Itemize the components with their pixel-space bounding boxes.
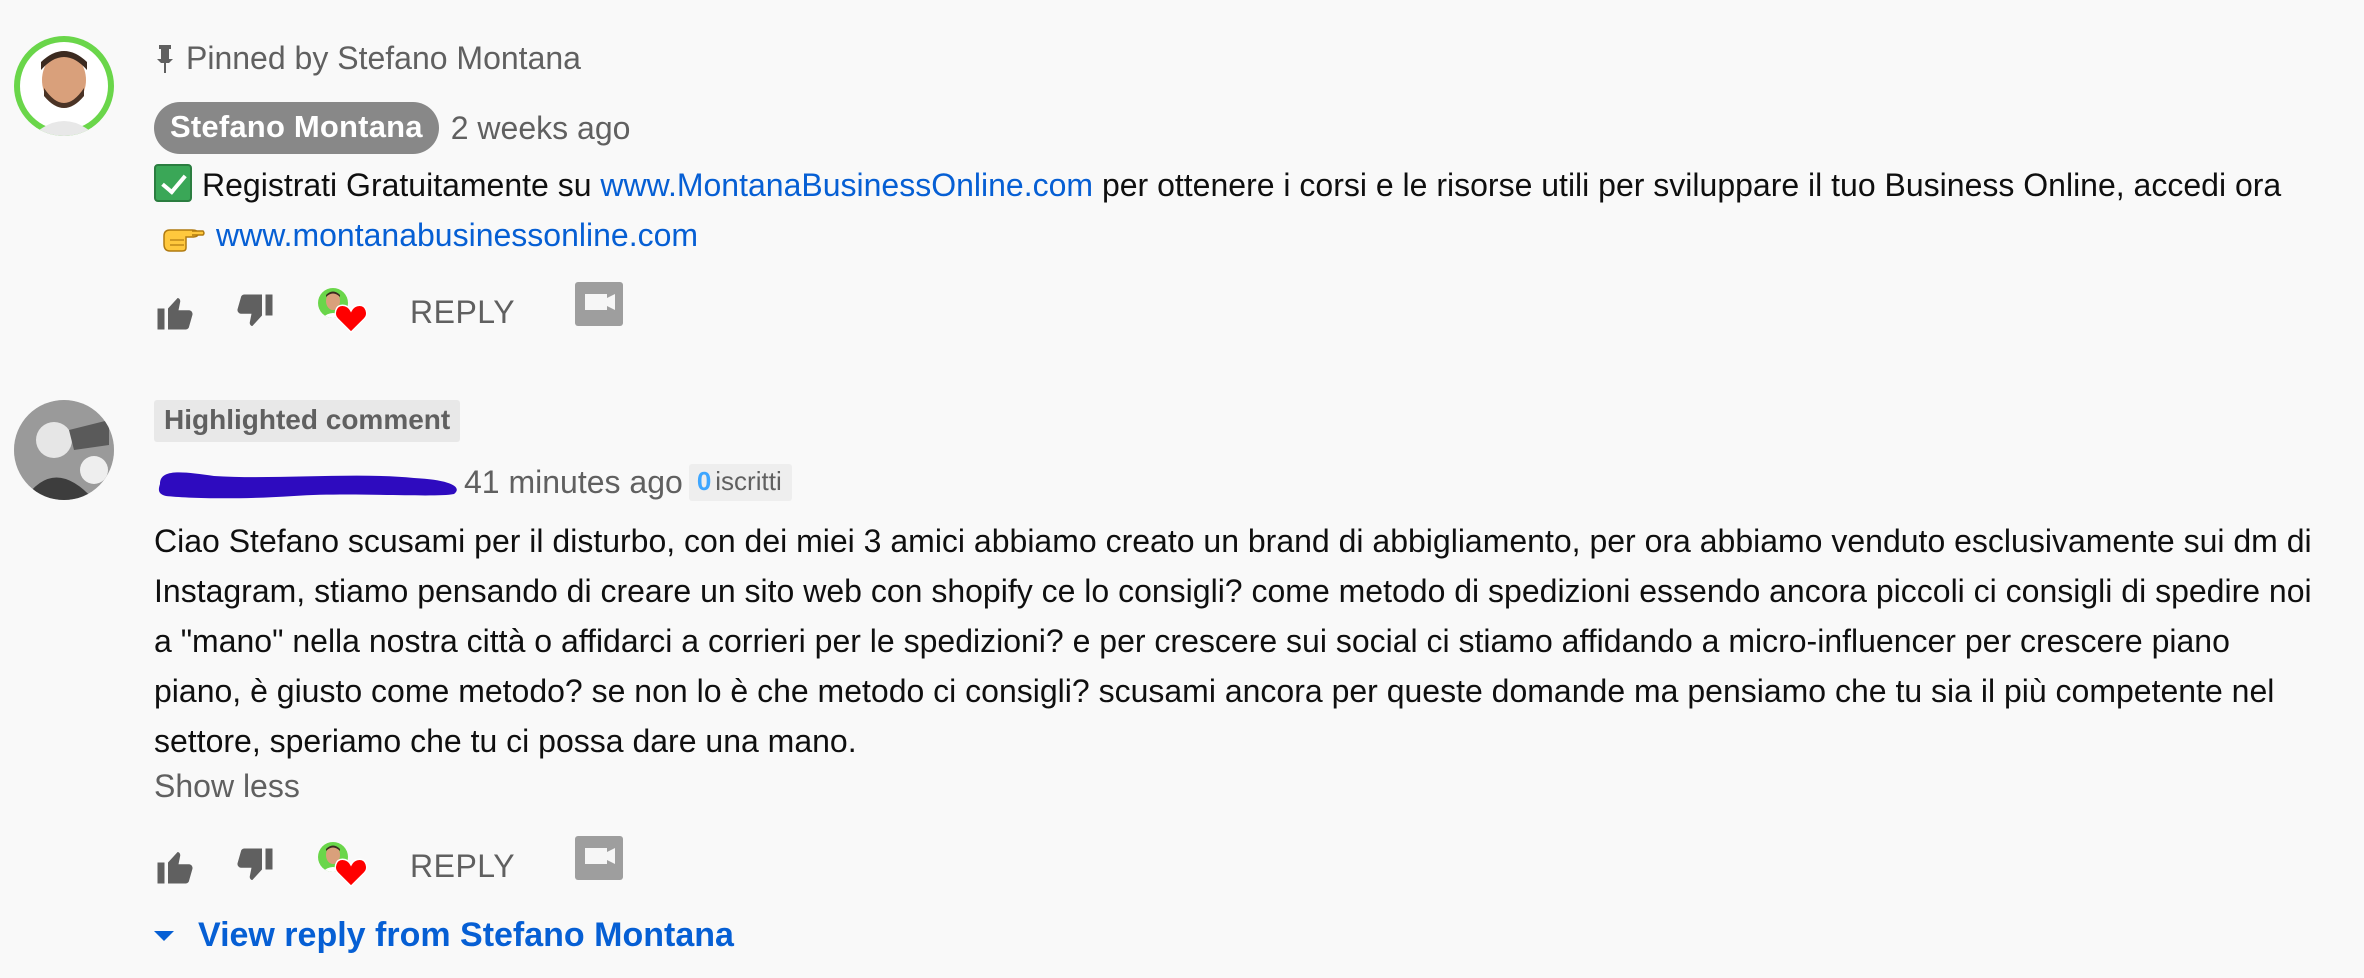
creator-heart [314,840,370,892]
subscribers-label: iscritti [715,465,782,496]
like-icon[interactable] [154,291,196,333]
comment-highlighted: Highlighted comment 41 minutes ago 0 iscr… [0,390,2364,978]
pinned-label: Pinned by Stefano Montana [154,40,581,77]
comment-text: Ciao Stefano scusami per il disturbo, co… [154,523,2312,759]
like-icon[interactable] [154,845,196,887]
dislike-icon[interactable] [234,291,276,333]
view-reply-button[interactable]: View reply from Stefano Montana [152,916,734,955]
pin-icon [157,44,173,73]
pointing-hand-icon [163,229,205,252]
author-row: Stefano Montana 2 weeks ago [154,102,630,154]
author-name[interactable]: Stefano Montana [154,102,439,154]
comment-pinned: Pinned by Stefano Montana Stefano Montan… [0,0,2364,360]
text-part: per ottenere i corsi e le risorse utili … [1093,167,2282,203]
view-reply-label: View reply from Stefano Montana [198,916,734,954]
extension-icon[interactable] [575,282,624,326]
creator-heart [314,286,370,338]
reply-button[interactable]: REPLY [410,294,515,331]
subscribers-count: 0 [696,465,712,496]
heart-icon [334,858,368,888]
reply-button[interactable]: REPLY [410,848,515,885]
comment-time[interactable]: 41 minutes ago [464,464,683,501]
author-row: 41 minutes ago 0 iscritti [154,462,792,502]
heart-icon [334,304,368,334]
text-part: Registrati Gratuitamente su [202,167,601,203]
check-mark-button-icon [154,164,192,202]
show-less-button[interactable]: Show less [154,768,300,805]
author-avatar[interactable] [14,400,114,500]
extension-icon[interactable] [575,836,624,880]
comment-actions: REPLY [154,836,624,892]
caret-down-icon [154,930,174,941]
dislike-icon[interactable] [234,845,276,887]
website-link[interactable]: www.MontanaBusinessOnline.com [600,167,1093,203]
pinned-text: Pinned by Stefano Montana [186,40,581,76]
subscribers-badge: 0 iscritti [688,463,792,501]
highlighted-comment-badge: Highlighted comment [154,400,461,442]
redacted-author-name [158,472,457,499]
comment-text: Registrati Gratuitamente su www.MontanaB… [154,160,2324,260]
comment-time[interactable]: 2 weeks ago [451,110,631,147]
website-link-2[interactable]: www.montanabusinessonline.com [216,217,698,253]
author-avatar[interactable] [14,36,114,136]
comment-actions: REPLY [154,282,624,338]
